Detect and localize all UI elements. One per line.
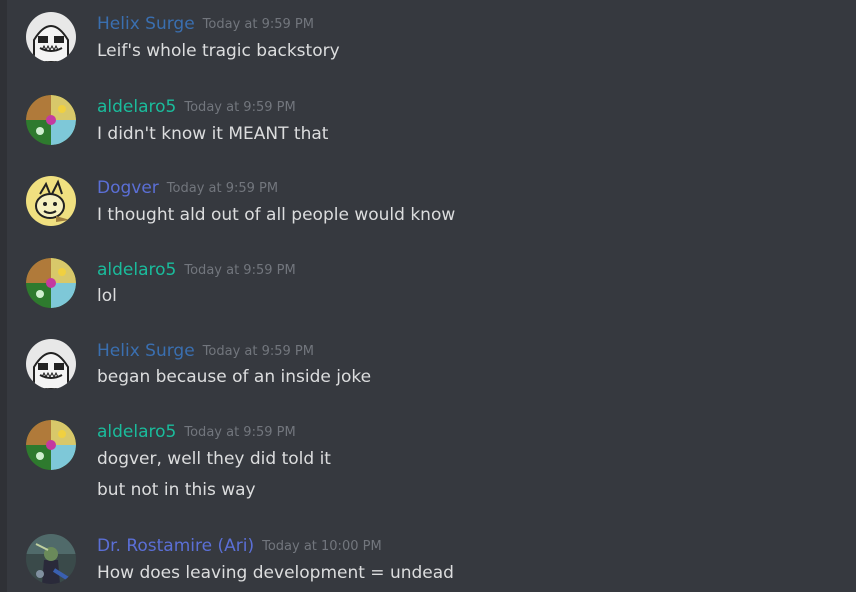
message-header: Helix Surge Today at 9:59 PM (97, 341, 314, 361)
username[interactable]: Dogver (97, 178, 159, 198)
helix-surge-avatar[interactable] (26, 339, 76, 389)
helix-surge-avatar[interactable] (26, 12, 76, 62)
message-group: aldelaro5 Today at 9:59 PM dogver, well t… (24, 420, 844, 510)
timestamp: Today at 9:59 PM (184, 425, 296, 440)
message-group: Helix Surge Today at 9:59 PM Leif's whole… (24, 12, 844, 72)
message-group: Dogver Today at 9:59 PM I thought ald out… (24, 176, 844, 236)
aldelaro5-avatar[interactable] (26, 95, 76, 145)
message-header: Dr. Rostamire (Ari) Today at 10:00 PM (97, 536, 382, 556)
username[interactable]: Dr. Rostamire (Ari) (97, 536, 254, 556)
message-text: I didn't know it MEANT that (97, 124, 329, 144)
message-text: began because of an inside joke (97, 367, 372, 387)
message-group: Helix Surge Today at 9:59 PM began becaus… (24, 339, 844, 399)
message-group: aldelaro5 Today at 9:59 PM lol (24, 258, 844, 318)
username[interactable]: aldelaro5 (97, 422, 176, 442)
message-header: aldelaro5 Today at 9:59 PM (97, 422, 296, 442)
message-text: lol (97, 286, 117, 306)
message-text: but not in this way (97, 480, 256, 500)
message-header: aldelaro5 Today at 9:59 PM (97, 260, 296, 280)
aldelaro5-avatar[interactable] (26, 258, 76, 308)
username[interactable]: Helix Surge (97, 341, 195, 361)
message-text: Leif's whole tragic backstory (97, 41, 340, 61)
dr-rostamire-avatar[interactable] (26, 534, 76, 584)
message-group: aldelaro5 Today at 9:59 PM I didn't know … (24, 95, 844, 155)
message-text: How does leaving development = undead (97, 563, 454, 583)
aldelaro5-avatar[interactable] (26, 420, 76, 470)
timestamp: Today at 10:00 PM (262, 539, 382, 554)
timestamp: Today at 9:59 PM (202, 17, 314, 32)
left-edge-strip (0, 0, 7, 592)
timestamp: Today at 9:59 PM (202, 344, 314, 359)
message-text: dogver, well they did told it (97, 449, 331, 469)
timestamp: Today at 9:59 PM (184, 100, 296, 115)
dogver-avatar[interactable] (26, 176, 76, 226)
message-header: aldelaro5 Today at 9:59 PM (97, 97, 296, 117)
message-text: I thought ald out of all people would kn… (97, 205, 456, 225)
username[interactable]: Helix Surge (97, 14, 195, 34)
username[interactable]: aldelaro5 (97, 260, 176, 280)
message-group: Dr. Rostamire (Ari) Today at 10:00 PM How… (24, 534, 844, 592)
username[interactable]: aldelaro5 (97, 97, 176, 117)
timestamp: Today at 9:59 PM (166, 181, 279, 196)
message-header: Dogver Today at 9:59 PM (97, 178, 278, 198)
message-header: Helix Surge Today at 9:59 PM (97, 14, 314, 34)
timestamp: Today at 9:59 PM (184, 263, 296, 278)
